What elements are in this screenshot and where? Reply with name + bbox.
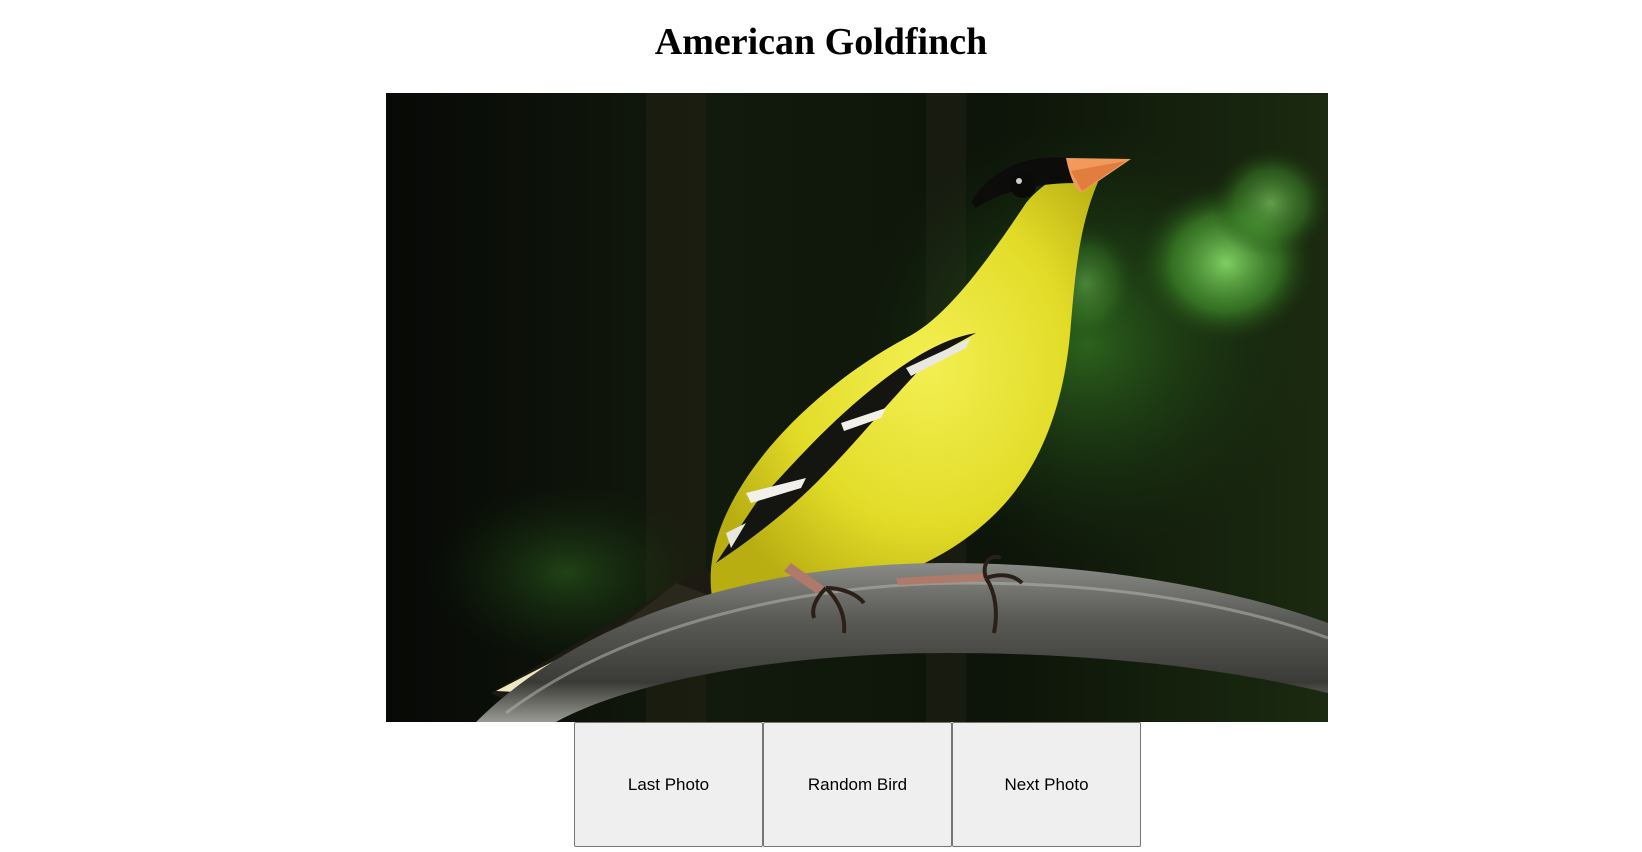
last-photo-button[interactable]: Last Photo	[574, 722, 763, 847]
random-bird-button[interactable]: Random Bird	[763, 722, 952, 847]
bird-photo	[386, 93, 1328, 722]
photo-controls: Last Photo Random Bird Next Photo	[574, 722, 1141, 848]
next-photo-button[interactable]: Next Photo	[952, 722, 1141, 847]
page-title: American Goldfinch	[654, 21, 988, 63]
